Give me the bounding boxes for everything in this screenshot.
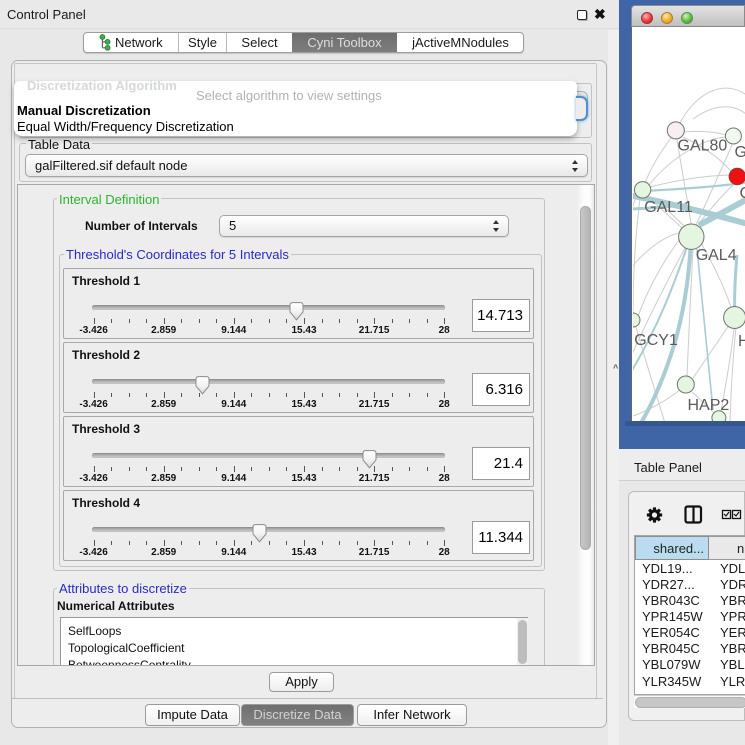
svg-text:GAL80: GAL80: [678, 138, 728, 155]
svg-text:GAL3: GAL3: [735, 144, 745, 161]
svg-text:GAL11: GAL11: [644, 199, 693, 216]
svg-text:HAP2: HAP2: [688, 397, 730, 414]
svg-text:GAL4: GAL4: [696, 247, 737, 264]
svg-text:GCY1: GCY1: [634, 332, 678, 349]
svg-text:H: H: [738, 333, 745, 350]
svg-text:C: C: [740, 185, 745, 202]
